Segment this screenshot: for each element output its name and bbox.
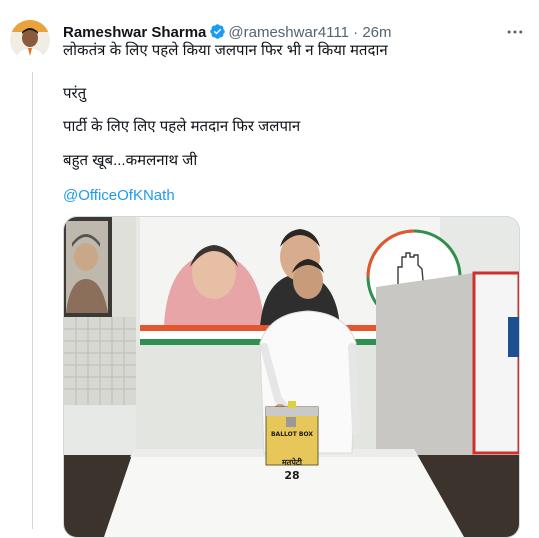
photo-scene — [64, 217, 519, 537]
avatar[interactable] — [10, 20, 50, 60]
avatar-image — [10, 20, 50, 60]
tweet-photo[interactable]: BALLOT BOX मतपेटी 28 — [63, 216, 520, 538]
tweet-header: Rameshwar Sharma @rameshwar4111 · 26m — [63, 23, 392, 43]
separator-dot: · — [348, 24, 363, 41]
tweet-text-line-1: लोकतंत्र के लिए पहले किया जलपान फिर भी न… — [63, 42, 388, 59]
tweet-card[interactable]: Rameshwar Sharma @rameshwar4111 · 26m लोक… — [0, 0, 539, 538]
ballot-box-label-2: मतपेटी — [282, 458, 302, 467]
mention-link[interactable]: @OfficeOfKNath — [63, 186, 175, 206]
author-handle[interactable]: @rameshwar4111 — [228, 24, 349, 41]
ballot-box-label-1: BALLOT BOX — [270, 431, 314, 438]
thread-line — [32, 72, 33, 529]
tweet-text-line-3: पार्टी के लिए लिए पहले मतदान फिर जलपान — [63, 118, 301, 135]
tweet-text-line-4: बहुत खूब...कमलनाथ जी — [63, 152, 198, 169]
ballot-box-number: 28 — [284, 469, 300, 482]
more-options-icon[interactable] — [505, 22, 525, 47]
author-name[interactable]: Rameshwar Sharma — [63, 24, 206, 41]
tweet-text-line-2: परंतु — [63, 85, 87, 102]
tweet-timestamp[interactable]: 26m — [362, 24, 391, 41]
